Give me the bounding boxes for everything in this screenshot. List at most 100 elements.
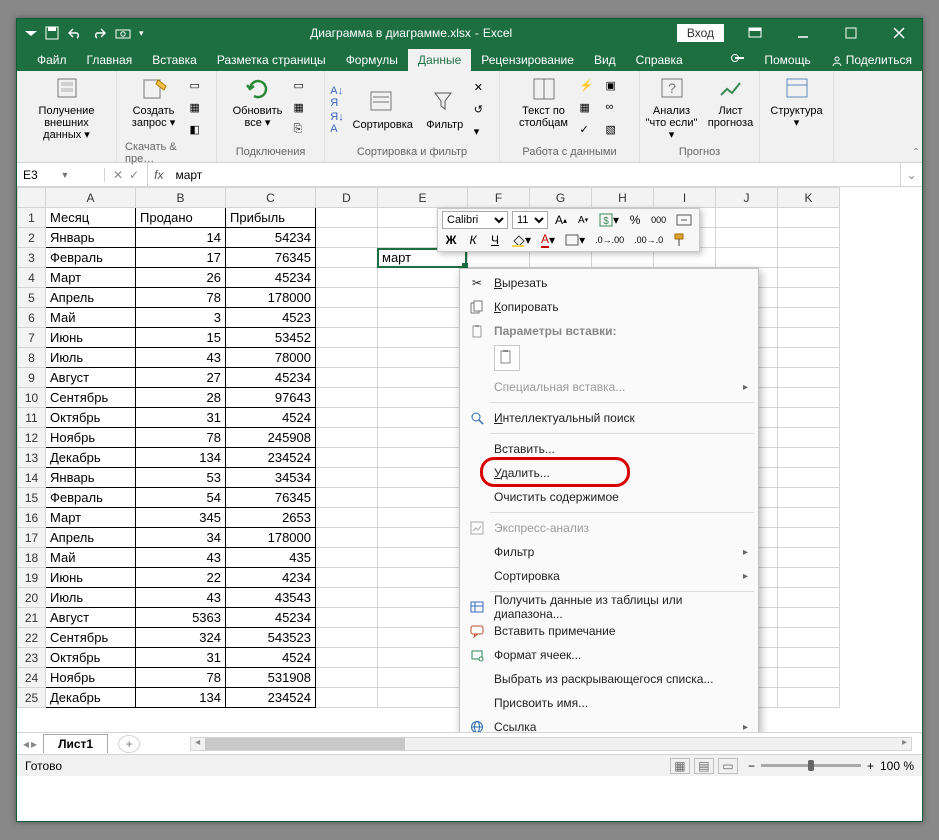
cell-E7[interactable] [378,328,468,348]
cell-E9[interactable] [378,368,468,388]
row-header-19[interactable]: 19 [18,568,46,588]
cell-A10[interactable]: Сентябрь [46,388,136,408]
cell-A22[interactable]: Сентябрь [46,628,136,648]
cell-K19[interactable] [778,568,840,588]
cell-B25[interactable]: 134 [136,688,226,708]
row-header-24[interactable]: 24 [18,668,46,688]
ctx-pick-from-list[interactable]: Выбрать из раскрывающегося списка... [460,667,758,691]
row-header-8[interactable]: 8 [18,348,46,368]
cell-B11[interactable]: 31 [136,408,226,428]
cell-E23[interactable] [378,648,468,668]
properties-icon[interactable]: ▦ [294,97,314,117]
cell-D5[interactable] [316,288,378,308]
cell-K8[interactable] [778,348,840,368]
cell-E21[interactable] [378,608,468,628]
cell-D13[interactable] [316,448,378,468]
row-header-10[interactable]: 10 [18,388,46,408]
cell-B21[interactable]: 5363 [136,608,226,628]
relationships-icon[interactable]: ∞ [606,97,626,117]
cell-D12[interactable] [316,428,378,448]
col-header-K[interactable]: K [778,188,840,208]
cell-A3[interactable]: Февраль [46,248,136,268]
cell-E10[interactable] [378,388,468,408]
sort-button[interactable]: Сортировка [350,89,416,131]
cell-B4[interactable]: 26 [136,268,226,288]
ctx-sort[interactable]: Сортировка▸ [460,564,758,588]
cell-K11[interactable] [778,408,840,428]
cell-E20[interactable] [378,588,468,608]
cell-B15[interactable]: 54 [136,488,226,508]
cell-K17[interactable] [778,528,840,548]
cell-C17[interactable]: 178000 [226,528,316,548]
sheet-tab-active[interactable]: Лист1 [43,734,108,753]
autosave-arrow-icon[interactable] [25,27,37,39]
cell-C16[interactable]: 2653 [226,508,316,528]
cell-D15[interactable] [316,488,378,508]
cell-K5[interactable] [778,288,840,308]
comma-icon[interactable]: 000 [648,211,669,229]
redo-icon[interactable] [91,27,107,39]
view-normal-icon[interactable]: ▦ [670,758,690,774]
cell-C10[interactable]: 97643 [226,388,316,408]
cell-A14[interactable]: Январь [46,468,136,488]
cell-D3[interactable] [316,248,378,268]
cell-B1[interactable]: Продано [136,208,226,228]
cell-K21[interactable] [778,608,840,628]
cell-B16[interactable]: 345 [136,508,226,528]
ctx-insert-comment[interactable]: Вставить примечание [460,619,758,643]
tab-данные[interactable]: Данные [408,49,471,71]
cell-C20[interactable]: 43543 [226,588,316,608]
cell-C1[interactable]: Прибыль [226,208,316,228]
sheet-nav-next-icon[interactable]: ▸ [31,737,37,751]
cell-A21[interactable]: Август [46,608,136,628]
tab-формулы[interactable]: Формулы [336,49,408,71]
enter-icon[interactable]: ✓ [129,168,139,182]
cell-E13[interactable] [378,448,468,468]
col-header-F[interactable]: F [468,188,530,208]
save-icon[interactable] [45,26,59,40]
cell-C4[interactable]: 45234 [226,268,316,288]
increase-decimal-icon[interactable]: .0→.00 [592,231,627,249]
cell-A1[interactable]: Месяц [46,208,136,228]
cell-A7[interactable]: Июнь [46,328,136,348]
cell-C24[interactable]: 531908 [226,668,316,688]
cell-K13[interactable] [778,448,840,468]
cell-K4[interactable] [778,268,840,288]
merge-icon[interactable] [673,211,695,229]
cell-C15[interactable]: 76345 [226,488,316,508]
login-button[interactable]: Вход [677,24,724,42]
row-header-23[interactable]: 23 [18,648,46,668]
minimize-button[interactable] [780,19,826,47]
font-color-icon[interactable]: А▾ [538,231,558,249]
col-header-A[interactable]: A [46,188,136,208]
cell-B2[interactable]: 14 [136,228,226,248]
ribbon-collapse-icon[interactable]: ˆ [914,146,918,160]
row-header-21[interactable]: 21 [18,608,46,628]
sheet-nav-prev-icon[interactable]: ◂ [23,737,29,751]
cell-B14[interactable]: 53 [136,468,226,488]
col-header-D[interactable]: D [316,188,378,208]
cell-D1[interactable] [316,208,378,228]
zoom-in-button[interactable]: + [867,759,874,773]
row-header-4[interactable]: 4 [18,268,46,288]
forecast-sheet-button[interactable]: Лист прогноза [706,75,756,129]
cell-K1[interactable] [778,208,840,228]
what-if-button[interactable]: ?Анализ "что если" ▾ [644,75,700,141]
cell-D23[interactable] [316,648,378,668]
borders-icon[interactable]: ▾ [562,231,588,249]
ctx-insert[interactable]: Вставить... [460,437,758,461]
row-header-13[interactable]: 13 [18,448,46,468]
cell-A15[interactable]: Февраль [46,488,136,508]
cell-K6[interactable] [778,308,840,328]
cell-C7[interactable]: 53452 [226,328,316,348]
cell-K20[interactable] [778,588,840,608]
cell-E14[interactable] [378,468,468,488]
data-validation-icon[interactable]: ✓ [580,119,600,139]
cell-C11[interactable]: 4524 [226,408,316,428]
cell-D21[interactable] [316,608,378,628]
cell-A2[interactable]: Январь [46,228,136,248]
cell-K18[interactable] [778,548,840,568]
cell-E11[interactable] [378,408,468,428]
cell-A24[interactable]: Ноябрь [46,668,136,688]
cell-K7[interactable] [778,328,840,348]
